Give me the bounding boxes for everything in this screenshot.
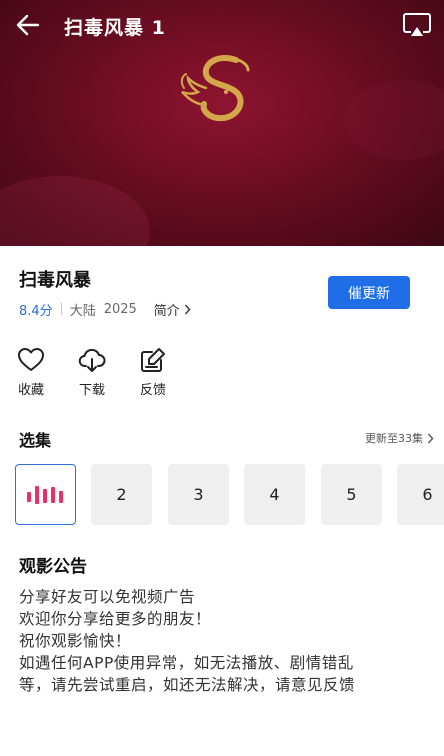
download-label: 下载	[78, 383, 105, 398]
player-top-bar: 扫毒风暴 1	[0, 0, 444, 52]
notice-line: 祝你观影愉快！	[19, 632, 132, 650]
chevron-right-icon	[184, 304, 191, 314]
episode-list: 2 3 4 5 6	[15, 464, 444, 526]
download-button[interactable]: 下载	[67, 346, 117, 398]
episode-item-2[interactable]: 2	[91, 464, 152, 525]
notice-line: 欢迎你分享给更多的朋友！	[19, 610, 212, 628]
cast-button[interactable]	[402, 11, 432, 39]
episodes-update-status: 更新至33集	[365, 432, 423, 445]
notice-body: 分享好友可以免视频广告 欢迎你分享给更多的朋友！ 祝你观影愉快！ 如遇任何APP…	[19, 586, 429, 696]
episode-item-1[interactable]	[15, 464, 76, 525]
playing-bars-icon	[26, 485, 63, 504]
feedback-label: 反馈	[139, 383, 166, 398]
episodes-update-link[interactable]: 更新至33集	[365, 430, 434, 446]
cast-screen-icon	[403, 13, 431, 36]
intro-label: 简介	[153, 303, 180, 319]
favorite-button[interactable]: 收藏	[6, 346, 56, 398]
episodes-title: 选集	[19, 431, 52, 450]
rating: 8.4分	[19, 303, 53, 319]
notice-line: 分享好友可以免视频广告	[19, 588, 196, 606]
year: 2025	[103, 301, 137, 317]
heart-icon	[18, 348, 44, 371]
feedback-edit-icon	[141, 348, 165, 372]
show-title: 扫毒风暴	[19, 270, 91, 291]
show-meta: 8.4分 大陆 2025 简介	[19, 300, 191, 319]
notice-title: 观影公告	[19, 557, 87, 577]
player-title: 扫毒风暴 1	[64, 17, 166, 39]
favorite-label: 收藏	[17, 383, 44, 398]
notice-line: 如遇任何APP使用异常，如无法播放、剧情错乱	[19, 654, 354, 672]
back-button[interactable]	[12, 10, 46, 40]
dragon-logo-icon	[180, 54, 250, 122]
feedback-button[interactable]: 反馈	[128, 346, 178, 398]
episode-item-6[interactable]: 6	[397, 464, 444, 525]
notice-line: 等，请先尝试重启，如还无法解决，请意见反馈	[19, 676, 356, 694]
episode-item-5[interactable]: 5	[321, 464, 382, 525]
back-arrow-icon	[16, 14, 40, 36]
cloud-download-icon	[78, 348, 106, 372]
region: 大陆	[69, 303, 96, 319]
urge-update-button[interactable]: 催更新	[328, 276, 410, 309]
meta-divider	[60, 303, 62, 315]
chevron-right-icon	[427, 433, 434, 443]
video-player[interactable]: 扫毒风暴 1	[0, 0, 444, 246]
episode-item-4[interactable]: 4	[244, 464, 305, 525]
intro-link[interactable]: 简介	[154, 300, 191, 319]
episode-item-3[interactable]: 3	[168, 464, 229, 525]
